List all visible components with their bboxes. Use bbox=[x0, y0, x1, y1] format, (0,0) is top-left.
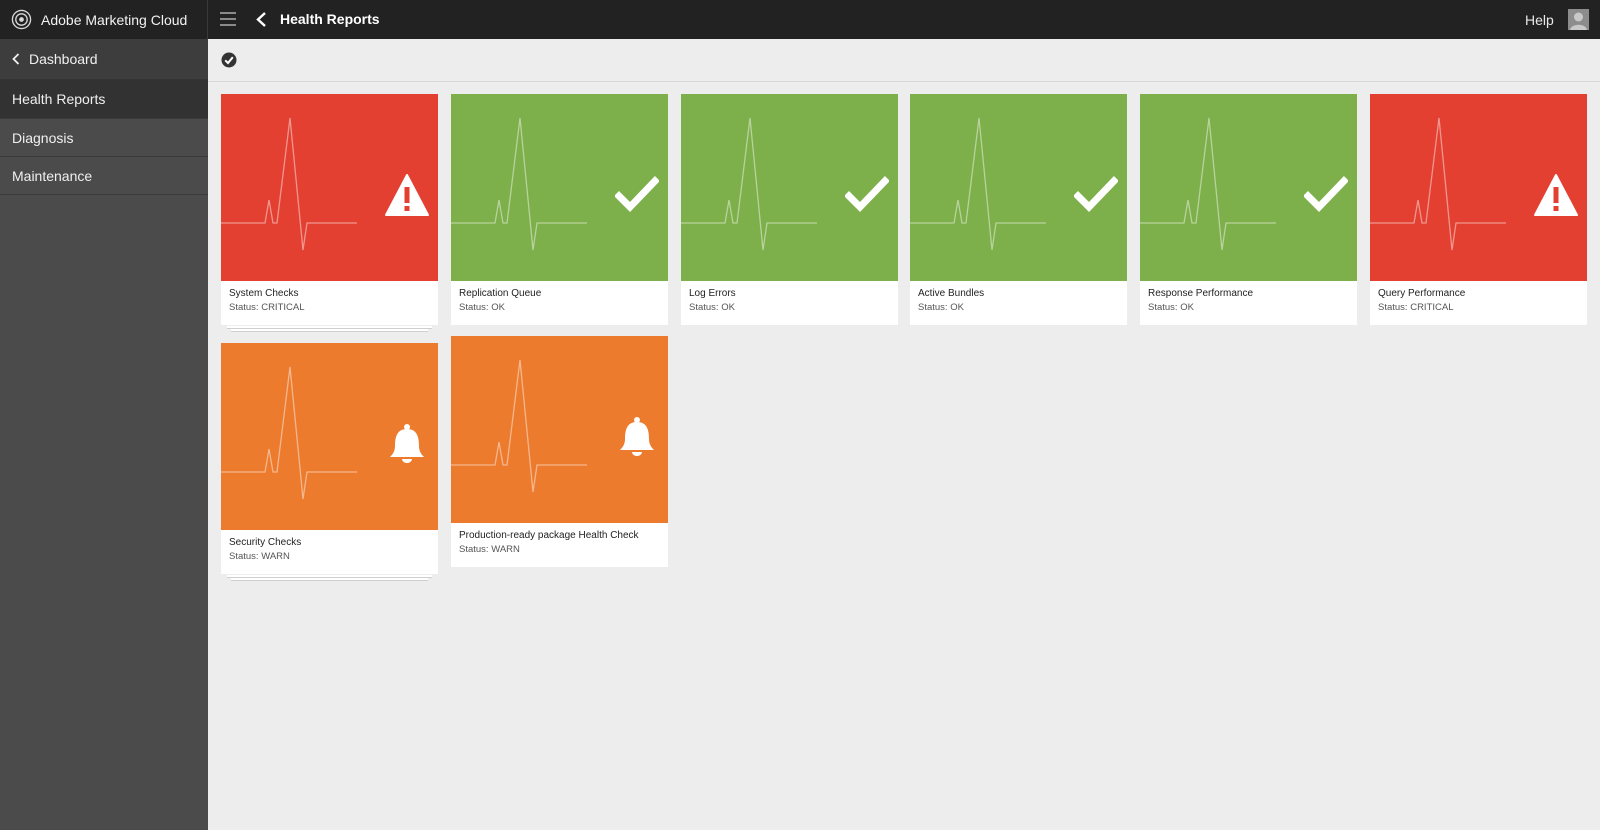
card-system-checks[interactable]: System Checks Status: CRITICAL bbox=[221, 94, 438, 332]
sidebar-item-label: Maintenance bbox=[12, 167, 93, 184]
card-status: Status: OK bbox=[459, 302, 505, 313]
page-title: Health Reports bbox=[280, 11, 380, 27]
card-status: Status: OK bbox=[918, 302, 964, 313]
select-all-check-circle-icon[interactable] bbox=[221, 52, 237, 68]
card-title: System Checks bbox=[229, 288, 299, 299]
sidebar-item-health-reports[interactable]: Health Reports bbox=[0, 80, 208, 119]
card-production-ready-package-health-check[interactable]: Production-ready package Health Check St… bbox=[451, 336, 668, 567]
card-tile bbox=[221, 343, 438, 530]
help-link[interactable]: Help bbox=[1525, 12, 1554, 28]
sidebar-back-label: Dashboard bbox=[29, 51, 98, 67]
heartbeat-icon bbox=[681, 116, 817, 254]
sidebar-item-maintenance[interactable]: Maintenance bbox=[0, 157, 208, 195]
brand[interactable]: Adobe Marketing Cloud bbox=[0, 0, 208, 39]
card-title: Response Performance bbox=[1148, 288, 1254, 299]
heartbeat-icon bbox=[451, 116, 587, 254]
card-tile bbox=[681, 94, 898, 281]
card-response-performance[interactable]: Response Performance Status: OK bbox=[1140, 94, 1357, 325]
card-tile bbox=[451, 336, 668, 523]
card-tile bbox=[1370, 94, 1587, 281]
menu-hamburger-icon[interactable] bbox=[220, 12, 236, 26]
warning-icon bbox=[385, 173, 429, 217]
heartbeat-icon bbox=[451, 358, 587, 496]
card-status: Status: OK bbox=[689, 302, 735, 313]
card-replication-queue[interactable]: Replication Queue Status: OK bbox=[451, 94, 668, 325]
action-bar bbox=[208, 39, 1600, 82]
bell-icon bbox=[615, 415, 659, 459]
card-title: Security Checks bbox=[229, 537, 302, 548]
heartbeat-icon bbox=[221, 116, 357, 254]
back-chevron-icon[interactable] bbox=[255, 11, 267, 28]
card-status: Status: CRITICAL bbox=[1378, 302, 1454, 313]
chevron-left-icon bbox=[12, 53, 20, 65]
card-tile bbox=[1140, 94, 1357, 281]
card-status: Status: WARN bbox=[459, 544, 520, 555]
warning-icon bbox=[1534, 173, 1578, 217]
card-title: Replication Queue bbox=[459, 288, 542, 299]
card-log-errors[interactable]: Log Errors Status: OK bbox=[681, 94, 898, 325]
card-tile bbox=[221, 94, 438, 281]
heartbeat-icon bbox=[1370, 116, 1506, 254]
card-title: Production-ready package Health Check bbox=[459, 530, 639, 541]
top-bar: Adobe Marketing Cloud Health Reports Hel… bbox=[0, 0, 1600, 39]
card-status: Status: WARN bbox=[229, 551, 290, 562]
sidebar-item-diagnosis[interactable]: Diagnosis bbox=[0, 119, 208, 157]
card-title: Query Performance bbox=[1378, 288, 1466, 299]
sidebar-item-label: Diagnosis bbox=[12, 129, 74, 146]
checkmark-icon bbox=[1074, 173, 1118, 217]
card-tile bbox=[910, 94, 1127, 281]
heartbeat-icon bbox=[910, 116, 1046, 254]
card-status: Status: OK bbox=[1148, 302, 1194, 313]
checkmark-icon bbox=[1304, 173, 1348, 217]
checkmark-icon bbox=[615, 173, 659, 217]
sidebar: Dashboard Health Reports Diagnosis Maint… bbox=[0, 39, 208, 830]
heartbeat-icon bbox=[1140, 116, 1276, 254]
card-status: Status: CRITICAL bbox=[229, 302, 305, 313]
card-tile bbox=[451, 94, 668, 281]
card-active-bundles[interactable]: Active Bundles Status: OK bbox=[910, 94, 1127, 325]
user-avatar-icon[interactable] bbox=[1568, 9, 1589, 30]
card-query-performance[interactable]: Query Performance Status: CRITICAL bbox=[1370, 94, 1587, 325]
checkmark-icon bbox=[845, 173, 889, 217]
card-title: Active Bundles bbox=[918, 288, 985, 299]
brand-name: Adobe Marketing Cloud bbox=[41, 11, 188, 28]
card-security-checks[interactable]: Security Checks Status: WARN bbox=[221, 343, 438, 581]
heartbeat-icon bbox=[221, 365, 357, 503]
card-title: Log Errors bbox=[689, 288, 736, 299]
sidebar-item-label: Health Reports bbox=[12, 91, 106, 107]
bell-icon bbox=[385, 422, 429, 466]
marketing-cloud-logo-icon bbox=[11, 9, 32, 30]
sidebar-back-dashboard[interactable]: Dashboard bbox=[0, 39, 208, 80]
